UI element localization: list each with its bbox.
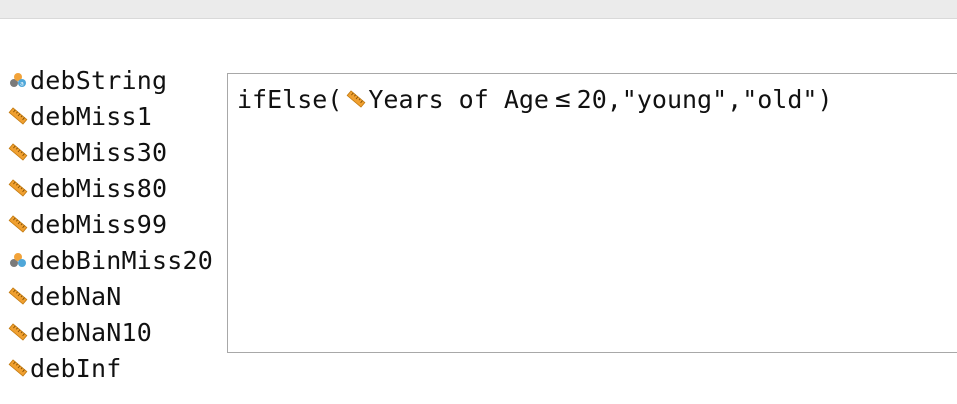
variable-label: debBinMiss20 [30, 245, 214, 275]
variable-label: debInf [30, 353, 122, 383]
scale-ruler-icon [346, 88, 368, 110]
formula-editor[interactable]: ifElse( Years of Age ≤ 20,"young","old") [227, 73, 957, 353]
scale-ruler-icon [8, 321, 30, 343]
variable-item-debMiss99[interactable]: debMiss99 [8, 206, 226, 242]
variable-item-debMiss30[interactable]: debMiss30 [8, 134, 226, 170]
operator: ≤ [554, 84, 571, 114]
variable-item-debNaN10[interactable]: debNaN10 [8, 314, 226, 350]
nominal-string-icon: a [8, 69, 30, 91]
variable-label: debNaN10 [30, 317, 153, 347]
top-toolbar-strip [0, 0, 957, 19]
variable-item-debString[interactable]: a debString [8, 62, 226, 98]
function-name: ifElse( [237, 84, 343, 114]
variable-item-debNaN[interactable]: debNaN [8, 278, 226, 314]
scale-ruler-icon [8, 285, 30, 307]
scale-ruler-icon [8, 213, 30, 235]
variable-reference[interactable]: Years of Age [342, 85, 549, 114]
variable-item-debMiss80[interactable]: debMiss80 [8, 170, 226, 206]
scale-ruler-icon [8, 177, 30, 199]
scale-ruler-icon [8, 357, 30, 379]
variable-reference-label: Years of Age [368, 84, 549, 114]
variable-label: debString [30, 65, 168, 95]
nominal-icon [8, 249, 30, 271]
variable-item-debInf[interactable]: debInf [8, 350, 226, 386]
variable-label: debMiss30 [30, 137, 168, 167]
scale-ruler-icon [8, 105, 30, 127]
variable-label: debNaN [30, 281, 122, 311]
variable-label: debMiss99 [30, 209, 168, 239]
variable-list: a debString debMiss1 debMiss30 debMiss80… [8, 62, 226, 386]
variable-label: debMiss80 [30, 173, 168, 203]
svg-text:a: a [20, 81, 24, 88]
variable-item-debBinMiss20[interactable]: debBinMiss20 [8, 242, 226, 278]
formula-rest: 20,"young","old") [576, 84, 833, 114]
variable-label: debMiss1 [30, 101, 153, 131]
variable-item-debMiss1[interactable]: debMiss1 [8, 98, 226, 134]
scale-ruler-icon [8, 141, 30, 163]
formula-expression: ifElse( Years of Age ≤ 20,"young","old") [237, 82, 833, 116]
